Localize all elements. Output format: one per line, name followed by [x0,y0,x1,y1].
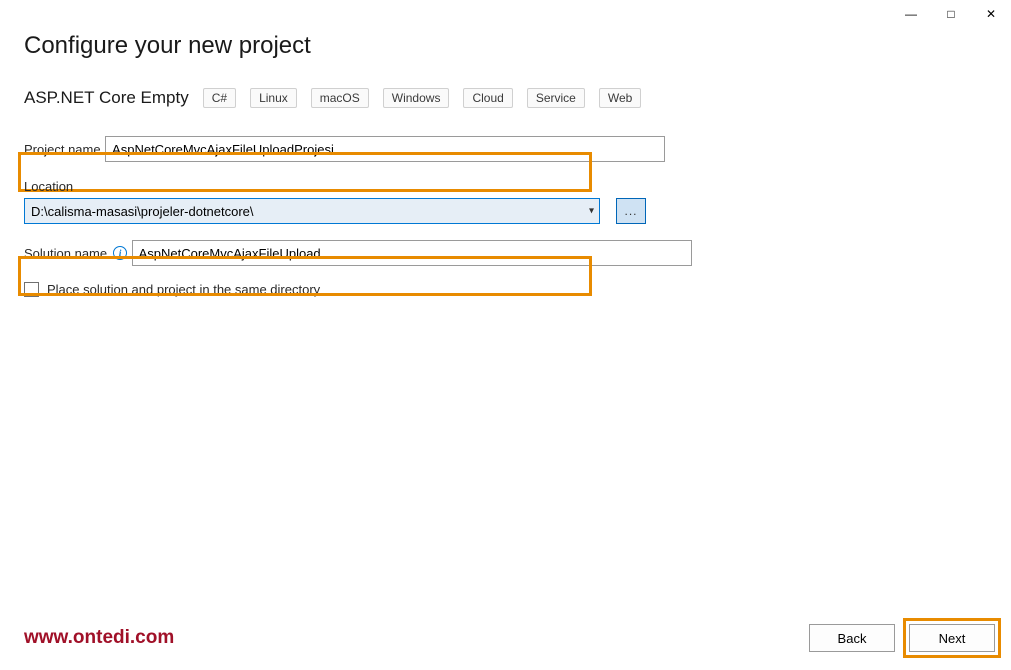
maximize-button[interactable]: □ [931,0,971,28]
template-tag: macOS [311,88,369,108]
template-tag: C# [203,88,236,108]
location-combo[interactable]: ▾ [24,198,600,224]
template-name: ASP.NET Core Empty [24,88,189,108]
template-tag: Linux [250,88,297,108]
back-button[interactable]: Back [809,624,895,652]
location-input[interactable] [24,198,600,224]
same-directory-row: Place solution and project in the same d… [24,282,987,297]
location-group: Location ▾ ... [24,178,987,224]
template-tag: Web [599,88,641,108]
solution-name-group: Solution name i [24,240,987,266]
location-label: Location [24,179,73,194]
info-icon[interactable]: i [113,246,127,260]
project-name-label: Project name [24,142,101,157]
template-tag: Service [527,88,585,108]
wizard-buttons: Back Next [809,620,999,656]
solution-name-label-text: Solution name [24,246,107,261]
close-button[interactable]: ✕ [971,0,1011,28]
next-button[interactable]: Next [909,624,995,652]
same-directory-label: Place solution and project in the same d… [47,282,320,297]
solution-name-label: Solution name i [24,246,127,261]
minimize-button[interactable]: — [891,0,931,28]
watermark: www.ontedi.com [24,627,174,649]
same-directory-checkbox[interactable] [24,282,39,297]
page-title: Configure your new project [24,32,987,60]
footer: www.ontedi.com Back Next [24,620,999,656]
template-tag: Windows [383,88,450,108]
project-name-group: Project name [24,136,987,162]
template-tag: Cloud [463,88,512,108]
browse-button[interactable]: ... [616,198,646,224]
template-row: ASP.NET Core Empty C# Linux macOS Window… [24,88,987,108]
window-titlebar: — □ ✕ [891,0,1011,28]
solution-name-input[interactable] [132,240,692,266]
project-name-input[interactable] [105,136,665,162]
